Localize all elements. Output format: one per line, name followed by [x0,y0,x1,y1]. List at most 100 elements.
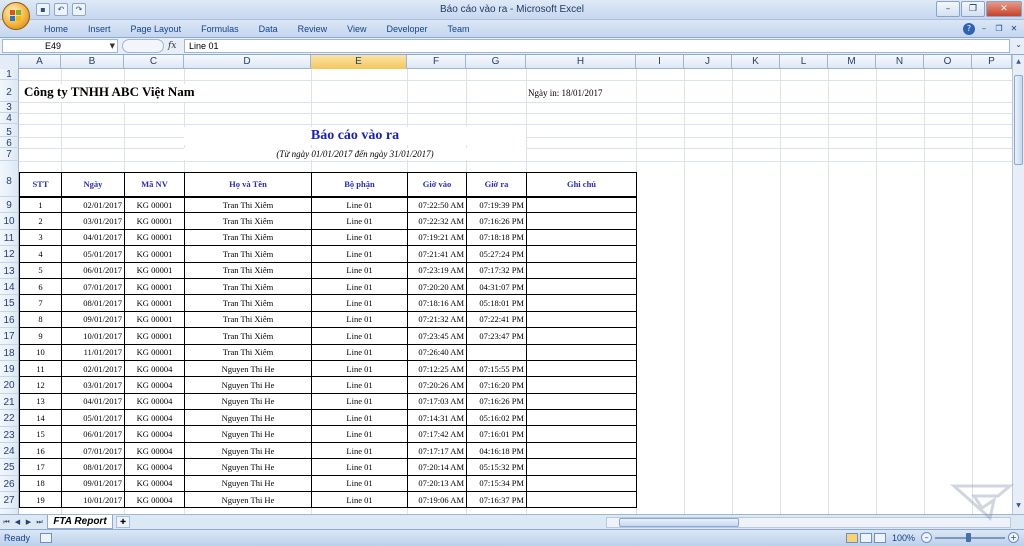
print-date[interactable]: Ngày in: 18/01/2017 [528,88,634,100]
row-header[interactable]: 1 [0,69,19,80]
close-icon[interactable]: ✕ [986,1,1022,17]
table-cell[interactable]: Line 01 [311,195,408,214]
table-cell[interactable]: KG 00001 [124,343,185,361]
workbook-close-icon[interactable]: ✕ [1008,23,1020,35]
table-cell[interactable]: 07:21:32 AM [407,310,467,329]
table-cell[interactable]: Line 01 [311,458,408,476]
row-header[interactable]: 6 [0,137,19,149]
table-cell[interactable]: Tran Thi Xiêm [184,310,312,329]
table-cell[interactable]: Nguyen Thi He [184,392,312,411]
table-cell[interactable]: 07:12:25 AM [407,359,467,378]
table-cell[interactable]: Nguyen Thi He [184,376,312,394]
table-cell[interactable]: 07:20:13 AM [407,474,467,493]
table-cell[interactable]: 08/01/2017 [61,294,125,312]
restore-icon[interactable]: ❐ [961,1,985,17]
row-header[interactable]: 4 [0,113,19,124]
table-cell[interactable]: 07:18:18 PM [466,228,527,247]
table-cell[interactable]: 13 [19,392,62,411]
table-cell[interactable]: 05:18:01 PM [466,294,527,312]
table-cell[interactable]: KG 00001 [124,277,185,296]
column-title[interactable]: Bộ phận [311,172,408,198]
table-cell[interactable]: Line 01 [311,376,408,394]
column-title[interactable]: Họ và Tên [184,172,312,198]
table-cell[interactable]: 07:14:31 AM [407,409,467,427]
table-cell[interactable]: 05:16:02 PM [466,409,527,427]
column-header[interactable]: H [526,55,636,69]
table-cell[interactable]: 07:16:20 PM [466,376,527,394]
formula-bar-resize-handle[interactable] [122,39,164,53]
insert-function-icon[interactable]: fx [168,39,182,53]
table-cell[interactable]: 2 [19,212,62,230]
sheet-tab-fta-report[interactable]: FTA Report [47,515,113,529]
table-cell[interactable]: Tran Thi Xiêm [184,343,312,361]
column-header[interactable]: J [684,55,732,69]
table-cell[interactable] [526,310,637,329]
table-cell[interactable]: 07:16:26 PM [466,392,527,411]
first-sheet-icon[interactable]: ⏮ [2,517,11,527]
table-cell[interactable]: Nguyen Thi He [184,491,312,509]
row-header[interactable]: 8 [0,161,19,197]
row-header[interactable]: 10 [0,213,19,230]
table-cell[interactable]: 07:22:32 AM [407,212,467,230]
table-cell[interactable]: KG 00004 [124,425,185,443]
table-cell[interactable]: KG 00001 [124,310,185,329]
row-header[interactable]: 11 [0,229,19,247]
next-sheet-icon[interactable]: ▶ [24,517,33,527]
column-header[interactable]: F [407,55,466,69]
table-cell[interactable]: 07:23:47 PM [466,327,527,345]
table-cell[interactable] [526,376,637,394]
table-cell[interactable]: Line 01 [311,343,408,361]
row-header[interactable]: 3 [0,102,19,113]
table-cell[interactable]: Line 01 [311,359,408,378]
row-header[interactable]: 7 [0,148,19,161]
table-cell[interactable]: Line 01 [311,294,408,312]
table-cell[interactable]: 07:23:45 AM [407,327,467,345]
table-cell[interactable] [526,212,637,230]
row-header[interactable]: 12 [0,246,19,263]
table-cell[interactable]: 07:16:37 PM [466,491,527,509]
table-cell[interactable]: 07:26:40 AM [407,343,467,361]
table-cell[interactable]: 07:16:01 PM [466,425,527,443]
minimize-icon[interactable]: – [936,1,960,17]
table-cell[interactable]: 10/01/2017 [61,327,125,345]
help-icon[interactable]: ? [963,23,975,35]
column-title[interactable]: Giờ vào [407,172,467,198]
table-cell[interactable]: Tran Thi Xiêm [184,195,312,214]
tab-view[interactable]: View [337,23,376,35]
table-cell[interactable]: 04/01/2017 [61,228,125,247]
table-cell[interactable]: 08/01/2017 [61,458,125,476]
table-cell[interactable]: 07:17:17 AM [407,441,467,460]
table-cell[interactable]: Line 01 [311,392,408,411]
table-cell[interactable]: Line 01 [311,441,408,460]
page-layout-view-icon[interactable] [860,533,872,543]
table-cell[interactable]: Tran Thi Xiêm [184,327,312,345]
row-header[interactable]: 5 [0,124,19,138]
tab-page-layout[interactable]: Page Layout [121,23,192,35]
zoom-level[interactable]: 100% [892,533,915,543]
prev-sheet-icon[interactable]: ◀ [13,517,22,527]
table-cell[interactable]: 10/01/2017 [61,491,125,509]
vertical-scrollbar[interactable]: ▲ ▼ [1012,55,1024,514]
table-cell[interactable]: 04:16:18 PM [466,441,527,460]
table-cell[interactable]: KG 00001 [124,228,185,247]
table-cell[interactable]: 9 [19,327,62,345]
table-cell[interactable]: Line 01 [311,425,408,443]
table-cell[interactable]: 17 [19,458,62,476]
table-cell[interactable] [466,343,527,361]
table-cell[interactable]: 19 [19,491,62,509]
table-cell[interactable]: Tran Thi Xiêm [184,228,312,247]
column-header[interactable]: L [780,55,828,69]
table-cell[interactable]: 05/01/2017 [61,245,125,263]
table-cell[interactable] [526,195,637,214]
table-cell[interactable]: 11/01/2017 [61,343,125,361]
column-title[interactable]: Mã NV [124,172,185,198]
table-cell[interactable]: KG 00001 [124,327,185,345]
name-box[interactable]: E49 ▼ [2,39,118,53]
table-cell[interactable]: 8 [19,310,62,329]
table-cell[interactable]: Line 01 [311,245,408,263]
table-cell[interactable]: Nguyen Thi He [184,458,312,476]
row-header[interactable]: 17 [0,328,19,345]
table-cell[interactable]: Line 01 [311,491,408,509]
office-button[interactable] [2,2,30,30]
table-cell[interactable]: Line 01 [311,277,408,296]
